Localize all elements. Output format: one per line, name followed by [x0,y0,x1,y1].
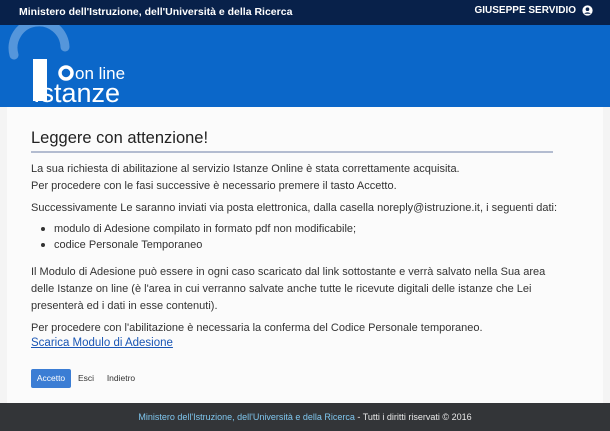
download-module-link[interactable]: Scarica Modulo di Adesione [31,337,173,349]
ministry-name: Ministero dell'Istruzione, dell'Universi… [19,6,293,18]
paragraph-module-line1: Il Modulo di Adesione può essere in ogni… [31,266,546,278]
data-list: modulo di Adesione compilato in formato … [39,221,356,253]
exit-button[interactable]: Esci [76,369,96,388]
paragraph-confirm-code: Per procedere con l'abilitazione è neces… [31,322,483,334]
top-bar: Ministero dell'Istruzione, dell'Universi… [0,0,610,25]
paragraph-module-line3: presenterà ed i dati in esse contenuti). [31,300,218,312]
main-panel: Leggere con attenzione! La sua richiesta… [7,107,603,403]
paragraph-module-line2: delle Istanze on line (è l'area in cui v… [31,283,532,295]
title-divider [31,151,553,153]
list-item: modulo di Adesione compilato in formato … [39,221,356,237]
back-button[interactable]: Indietro [104,369,138,388]
list-item: codice Personale Temporaneo [39,237,356,253]
paragraph-press-accept: Per procedere con le fasi successive è n… [31,180,397,192]
paragraph-request-acquired: La sua richiesta di abilitazione al serv… [31,163,460,175]
logo-text-istanze: Istanze [33,78,120,107]
user-circle-icon [582,5,593,16]
footer-copyright: - Tutti i diritti riservati © 2016 [354,412,472,422]
footer: Ministero dell'Istruzione, dell'Universi… [0,403,610,431]
istanze-online-logo[interactable]: on line Istanze [0,25,200,107]
accept-button[interactable]: Accetto [31,369,71,388]
user-menu[interactable]: GIUSEPPE SERVIDIO [474,5,593,16]
user-name: GIUSEPPE SERVIDIO [474,5,576,16]
paragraph-email-data: Successivamente Le saranno inviati via p… [31,202,558,214]
footer-ministry-link[interactable]: Ministero dell'Istruzione, dell'Universi… [138,412,355,422]
header-banner: on line Istanze [0,25,610,107]
page-title: Leggere con attenzione! [31,129,209,147]
